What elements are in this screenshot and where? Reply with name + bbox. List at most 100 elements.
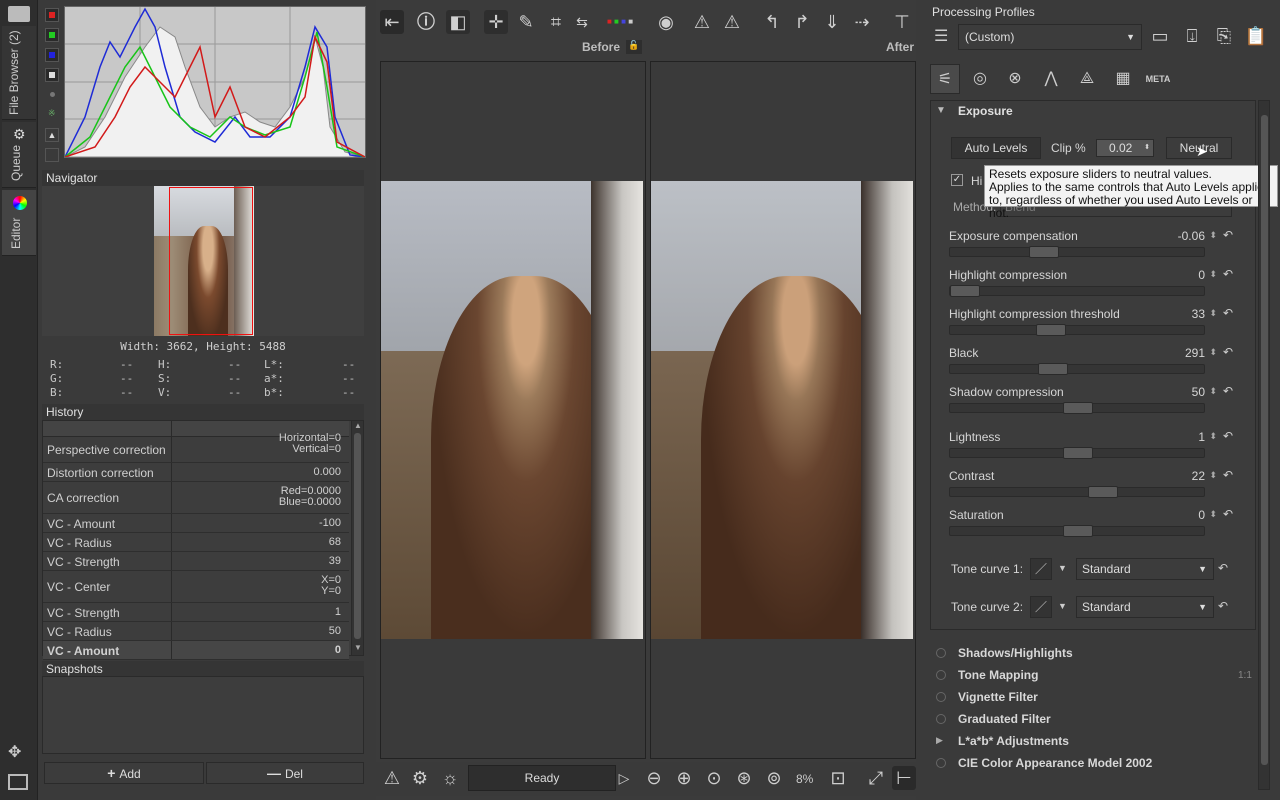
tone-curve-1-chevron-icon[interactable]: ▼ xyxy=(1058,563,1067,573)
slider-knob[interactable] xyxy=(1029,246,1060,258)
tab-color[interactable]: ⊗ xyxy=(1000,64,1030,94)
undo-icon[interactable]: ↰ xyxy=(760,10,784,34)
lock-icon[interactable]: 🔓 xyxy=(626,40,642,54)
right-scrollbar[interactable] xyxy=(1258,100,1270,790)
delete-snapshot-button[interactable]: — Del xyxy=(206,762,364,784)
history-row[interactable]: VC - Radius 50 xyxy=(43,622,349,641)
reset-icon[interactable]: ↶ xyxy=(1223,429,1233,443)
copy-to-before-icon[interactable]: ⇓ xyxy=(820,10,844,34)
history-row[interactable]: Perspective correction Horizontal=0 Verti… xyxy=(43,433,349,463)
tab-advanced[interactable]: ⋀ xyxy=(1036,64,1066,94)
section-header[interactable]: Tone Mapping xyxy=(958,668,1038,682)
tone-curve-2-edit-icon[interactable]: ／ xyxy=(1030,596,1052,618)
slider-value[interactable]: 50 xyxy=(1192,385,1205,399)
slider-knob[interactable] xyxy=(1063,525,1093,537)
histogram-red-toggle[interactable] xyxy=(45,8,59,22)
slider-track[interactable] xyxy=(949,525,1205,537)
filmstrip-icon[interactable] xyxy=(8,774,28,790)
slider-value[interactable]: 33 xyxy=(1192,307,1205,321)
tone-curve-1-edit-icon[interactable]: ／ xyxy=(1030,558,1052,580)
navigator-preview[interactable] xyxy=(42,186,364,336)
slider-knob[interactable] xyxy=(1063,402,1093,414)
reset-icon[interactable]: ↶ xyxy=(1223,267,1233,281)
hide-right-panel-icon[interactable]: ⊤ xyxy=(890,10,914,34)
collapse-triangle-icon[interactable]: ▼ xyxy=(936,105,946,116)
sync-before-icon[interactable]: ⇢ xyxy=(850,10,874,34)
section-header[interactable]: Shadows/Highlights xyxy=(958,646,1073,660)
slider-track[interactable] xyxy=(949,324,1205,336)
slider-track[interactable] xyxy=(949,246,1205,258)
info-icon[interactable]: ⓘ xyxy=(414,10,438,34)
save-profile-icon[interactable]: ⍗ xyxy=(1180,24,1204,48)
slider-knob[interactable] xyxy=(1087,486,1118,498)
tone-curve-1-reset-icon[interactable]: ↶ xyxy=(1218,561,1228,575)
spin-arrows-icon[interactable]: ⬍ xyxy=(1209,470,1217,481)
copy-profile-icon[interactable]: ⎘ xyxy=(1212,24,1236,48)
tab-detail[interactable]: ◎ xyxy=(965,64,995,94)
history-row[interactable]: VC - Amount -100 xyxy=(43,514,349,533)
histogram-green-toggle[interactable] xyxy=(45,28,59,42)
history-list[interactable]: Perspective correction Horizontal=0 Verti… xyxy=(42,420,364,660)
expand-triangle-icon[interactable]: ▶ xyxy=(936,735,943,746)
reset-icon[interactable]: ↶ xyxy=(1223,507,1233,521)
section-header[interactable]: CIE Color Appearance Model 2002 xyxy=(958,756,1152,770)
tone-curve-2-select[interactable]: Standard ▼ xyxy=(1076,596,1214,618)
reset-icon[interactable]: ↶ xyxy=(1223,468,1233,482)
histogram-luminance-toggle[interactable] xyxy=(45,68,59,82)
reset-icon[interactable]: ↶ xyxy=(1223,384,1233,398)
scroll-down-icon[interactable]: ▼ xyxy=(354,643,362,652)
rotate-tool-icon[interactable]: ⇆ xyxy=(570,10,594,34)
slider-knob[interactable] xyxy=(1035,324,1066,336)
tone-curve-1-select[interactable]: Standard ▼ xyxy=(1076,558,1214,580)
slider-track[interactable] xyxy=(949,363,1205,375)
profile-list-icon[interactable]: ☰ xyxy=(934,26,948,46)
slider-value[interactable]: 0 xyxy=(1198,508,1205,522)
open-profile-icon[interactable]: ▭ xyxy=(1148,24,1172,48)
clipped-highlights-warning-icon[interactable]: ⚠ xyxy=(690,10,714,34)
section-header[interactable]: Graduated Filter xyxy=(958,712,1051,726)
history-row[interactable]: VC - Amount 0 xyxy=(43,641,349,660)
histogram-blue-toggle[interactable] xyxy=(45,48,59,62)
history-row[interactable]: Distortion correction 0.000 xyxy=(43,463,349,482)
reset-icon[interactable]: ↶ xyxy=(1223,228,1233,242)
slider-value[interactable]: 1 xyxy=(1198,430,1205,444)
spin-arrows-icon[interactable]: ⬍ xyxy=(1209,386,1217,397)
white-balance-picker-icon[interactable]: ✎ xyxy=(514,10,538,34)
tab-transform[interactable]: ⟁ xyxy=(1072,64,1102,94)
expand-arrow-icon[interactable]: ▷ xyxy=(612,766,636,790)
navigator-viewport-box[interactable] xyxy=(169,187,253,335)
tab-metadata[interactable]: META xyxy=(1143,64,1173,94)
zoom-fit-icon[interactable]: ⊙ xyxy=(702,766,726,790)
scroll-up-icon[interactable]: ▲ xyxy=(354,421,362,430)
hand-tool-icon[interactable]: ✛ xyxy=(484,10,508,34)
fullscreen-icon[interactable]: ⤢ xyxy=(864,766,888,790)
enable-toggle-icon[interactable] xyxy=(936,714,946,724)
slider-knob[interactable] xyxy=(950,285,980,297)
histogram-mode-toggle[interactable] xyxy=(45,148,59,162)
color-indicators-icon[interactable]: ■ ■ ■ ■ xyxy=(598,10,642,34)
slider-knob[interactable] xyxy=(1038,363,1069,375)
histogram-bar-toggle[interactable]: ▲ xyxy=(45,128,59,142)
auto-levels-button[interactable]: Auto Levels xyxy=(951,137,1041,159)
zoom-in-icon[interactable]: ⊕ xyxy=(672,766,696,790)
quality-warning-icon[interactable]: ⚠ xyxy=(380,766,404,790)
new-detail-window-icon[interactable]: ⊡ xyxy=(826,766,850,790)
tone-curve-2-reset-icon[interactable]: ↶ xyxy=(1218,599,1228,613)
after-photo[interactable] xyxy=(651,181,913,639)
right-scroll-thumb[interactable] xyxy=(1261,115,1268,765)
before-after-icon[interactable]: ◧ xyxy=(446,10,470,34)
enable-toggle-icon[interactable] xyxy=(936,692,946,702)
history-scrollbar[interactable]: ▲ ▼ xyxy=(351,421,363,655)
slider-value[interactable]: 0 xyxy=(1198,268,1205,282)
slider-track[interactable] xyxy=(949,285,1205,297)
histogram-chroma-dot[interactable] xyxy=(50,92,55,97)
reset-icon[interactable]: ↶ xyxy=(1223,345,1233,359)
history-row[interactable]: CA correction Red=0.0000 Blue=0.0000 xyxy=(43,482,349,514)
section-header[interactable]: Vignette Filter xyxy=(958,690,1038,704)
show-right-panel-icon[interactable]: ⊢ xyxy=(892,766,916,790)
highlight-recon-checkbox[interactable]: ✓ xyxy=(951,174,963,186)
slider-track[interactable] xyxy=(949,486,1205,498)
slider-track[interactable] xyxy=(949,402,1205,414)
reset-icon[interactable]: ↶ xyxy=(1223,306,1233,320)
history-row[interactable]: VC - Center X=0 Y=0 xyxy=(43,571,349,603)
